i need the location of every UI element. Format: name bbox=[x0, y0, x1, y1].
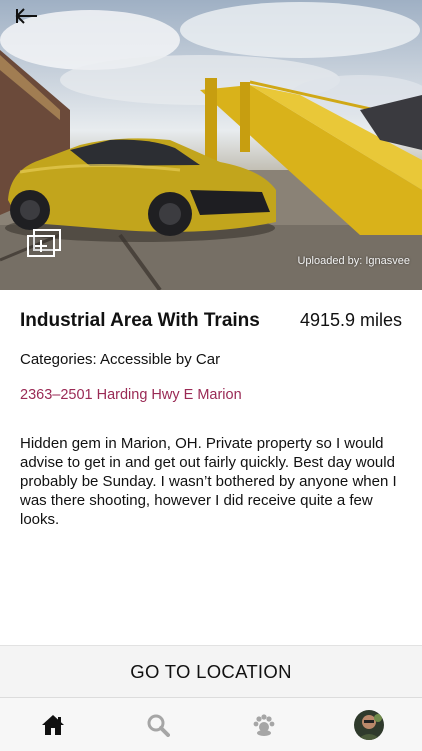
tab-home[interactable] bbox=[23, 700, 83, 750]
categories-label: Categories: Accessible by Car bbox=[20, 351, 221, 368]
bottom-tab-bar bbox=[0, 697, 422, 751]
tab-profile[interactable] bbox=[339, 700, 399, 750]
distance-label: 4915.9 miles bbox=[299, 310, 402, 330]
gallery-add-icon bbox=[27, 229, 61, 257]
uploader-credit: Uploaded by: Ignasvee bbox=[297, 255, 410, 267]
back-button[interactable] bbox=[14, 8, 58, 38]
go-to-location-button[interactable]: GO TO LOCATION bbox=[0, 645, 422, 698]
location-description: Hidden gem in Marion, OH. Private proper… bbox=[20, 435, 397, 528]
community-icon bbox=[253, 713, 275, 736]
hero-photo-art bbox=[0, 2, 422, 290]
title-row: Industrial Area With Trains 4915.9 miles bbox=[20, 310, 402, 336]
location-photo: Uploaded by: Ignasvee bbox=[0, 0, 422, 290]
tab-community[interactable] bbox=[234, 700, 294, 750]
address-link[interactable]: 2363–2501 Harding Hwy E Marion bbox=[20, 387, 242, 403]
avatar-image bbox=[354, 709, 385, 740]
back-arrow-icon bbox=[15, 8, 37, 24]
tab-search[interactable] bbox=[128, 700, 188, 750]
go-to-location-label: GO TO LOCATION bbox=[130, 661, 292, 682]
search-icon bbox=[147, 714, 171, 737]
photo-gallery-button[interactable] bbox=[26, 228, 62, 258]
location-title: Industrial Area With Trains bbox=[20, 310, 260, 331]
home-icon bbox=[41, 714, 64, 735]
profile-avatar bbox=[354, 709, 385, 740]
